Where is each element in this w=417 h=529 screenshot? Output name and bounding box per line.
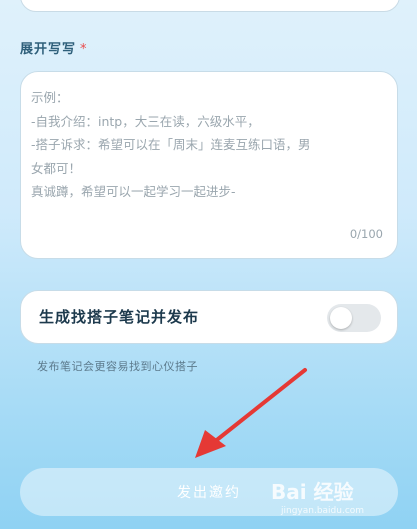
- description-textarea[interactable]: 示例： -自我介绍：intp，大三在读，六级水平， -搭子诉求：希望可以在「周末…: [20, 71, 398, 259]
- placeholder-line: -自我介绍：intp，大三在读，六级水平，: [31, 113, 260, 129]
- generate-note-label: 生成找搭子笔记并发布: [39, 308, 200, 326]
- placeholder-line: 示例：: [31, 90, 69, 105]
- toggle-knob: [330, 307, 352, 329]
- hint-text: 发布笔记会更容易找到心仪搭子: [37, 360, 198, 373]
- section-title-text: 展开写写: [20, 42, 77, 57]
- placeholder-line: 真诚蹲，希望可以一起学习一起进步-: [31, 184, 236, 199]
- generate-note-toggle[interactable]: [327, 304, 381, 332]
- section-title: 展开写写 *: [20, 38, 88, 57]
- generate-note-card: 生成找搭子笔记并发布: [20, 290, 398, 344]
- watermark-text: Bai 经验: [271, 480, 354, 504]
- previous-field-card: [20, 0, 400, 12]
- baidu-jingyan-watermark: Bai 经验 jingyan.baidu.com: [267, 474, 407, 524]
- required-asterisk: *: [80, 42, 88, 57]
- char-counter: 0/100: [349, 226, 383, 241]
- placeholder-line: 女都可！: [31, 160, 82, 176]
- placeholder-line: -搭子诉求：希望可以在「周末」连麦互练口语，男: [31, 137, 311, 152]
- watermark-sub: jingyan.baidu.com: [281, 506, 365, 516]
